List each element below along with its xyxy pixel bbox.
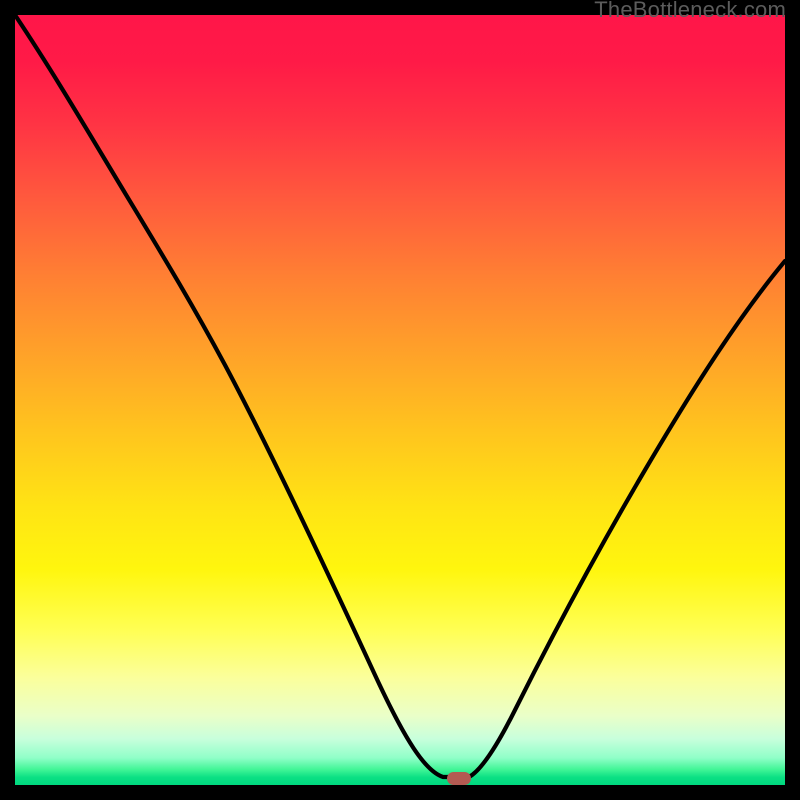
chart-frame: TheBottleneck.com — [0, 0, 800, 800]
bottleneck-curve — [15, 15, 785, 785]
watermark-text: TheBottleneck.com — [594, 0, 786, 23]
minimum-marker — [447, 772, 471, 785]
curve-path — [15, 15, 785, 777]
plot-area — [15, 15, 785, 785]
